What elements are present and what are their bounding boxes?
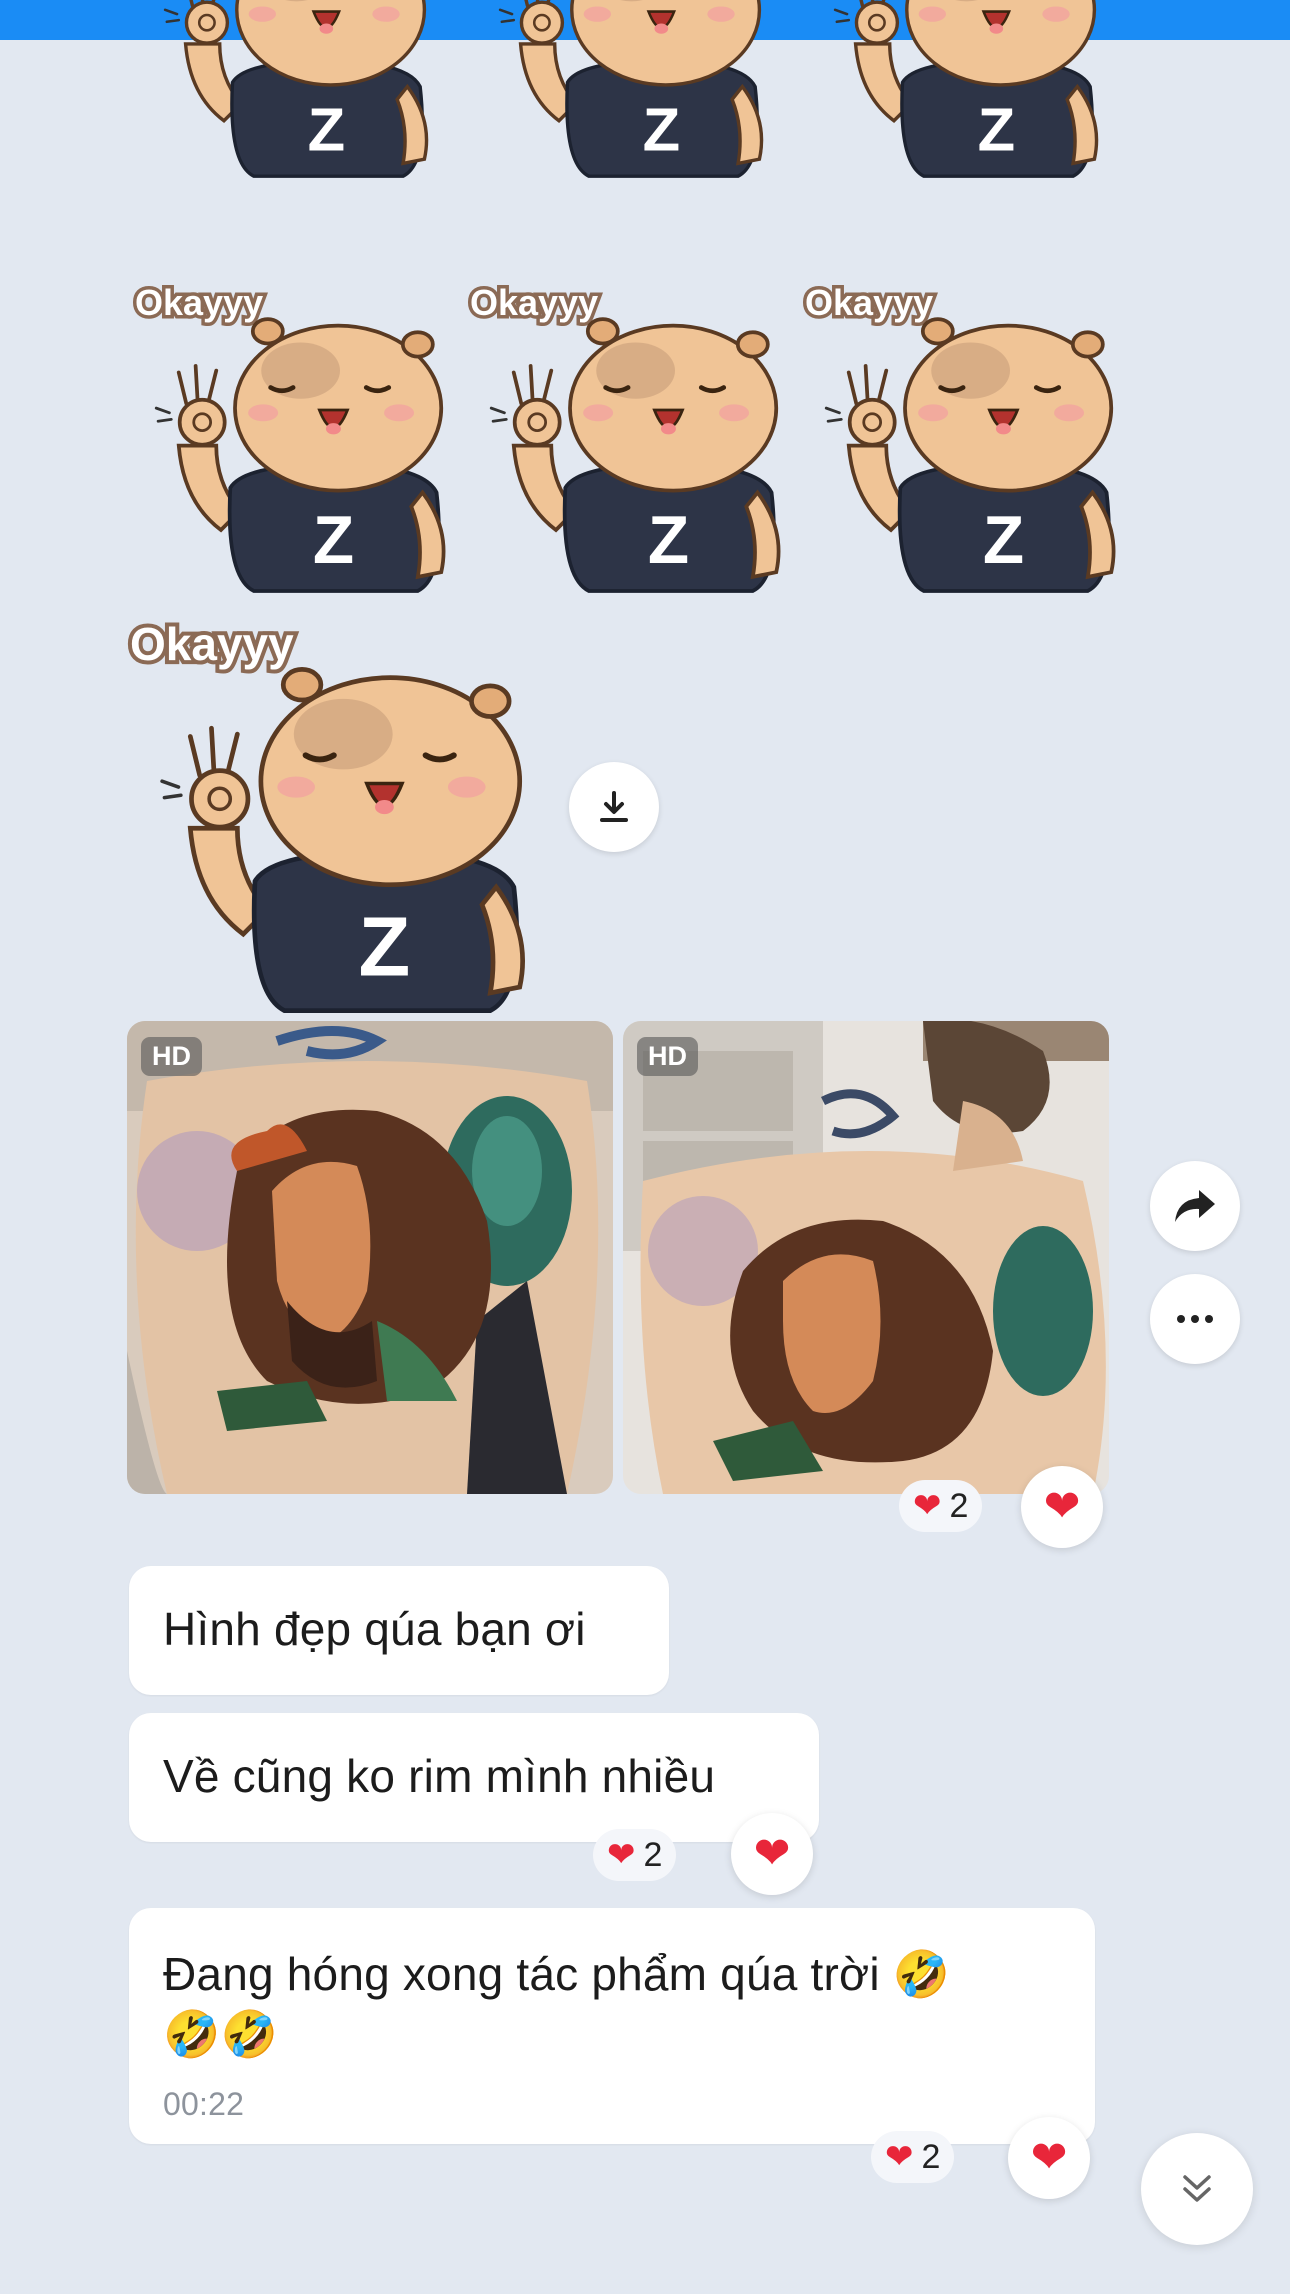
- message-text: Hình đẹp qúa bạn ơi: [163, 1603, 586, 1655]
- message-text: Đang hóng xong tác phẩm qúa trời 🤣 🤣🤣: [163, 1948, 951, 2060]
- reaction-count: 2: [921, 2137, 941, 2176]
- sticker-capybara[interactable]: [830, 0, 1120, 190]
- more-options-button[interactable]: [1150, 1274, 1240, 1364]
- sticker-capybara[interactable]: Okayyy: [800, 279, 1120, 580]
- sticker-capybara[interactable]: [495, 0, 785, 190]
- heart-icon: ❤: [1043, 1482, 1081, 1531]
- hd-badge: HD: [141, 1037, 202, 1076]
- message-bubble[interactable]: Hình đẹp qúa bạn ơi: [129, 1566, 669, 1695]
- sticker-caption: Okayyy: [135, 282, 263, 323]
- heart-icon: ❤: [1030, 2133, 1068, 2182]
- share-arrow-icon: [1175, 1190, 1215, 1222]
- sticker-capybara-large[interactable]: Okayyy: [126, 614, 530, 1005]
- sticker-caption: Okayyy: [470, 282, 598, 323]
- heart-react-button[interactable]: ❤: [1008, 2117, 1090, 2199]
- heart-icon: ❤: [885, 2138, 914, 2176]
- photo-tattoo-2[interactable]: HD: [623, 1021, 1109, 1494]
- message-bubble[interactable]: Về cũng ko rim mình nhiều: [129, 1713, 819, 1842]
- reaction-summary[interactable]: ❤ 2: [593, 1829, 677, 1881]
- hd-badge: HD: [637, 1037, 698, 1076]
- download-button[interactable]: [569, 762, 659, 852]
- scroll-to-bottom-button[interactable]: [1141, 2133, 1253, 2245]
- message-bubble[interactable]: Đang hóng xong tác phẩm qúa trời 🤣 🤣🤣 00…: [129, 1908, 1095, 2144]
- sticker-capybara[interactable]: Okayyy: [130, 279, 450, 580]
- heart-react-button[interactable]: ❤: [1021, 1466, 1103, 1548]
- message-text: Về cũng ko rim mình nhiều: [163, 1750, 716, 1802]
- sticker-capybara[interactable]: [160, 0, 450, 190]
- message-timestamp: 00:22: [163, 2086, 245, 2122]
- heart-icon: ❤: [607, 1836, 636, 1874]
- download-icon: [600, 791, 628, 822]
- sticker-caption: Okayyy: [130, 618, 294, 670]
- reaction-summary[interactable]: ❤ 2: [871, 2131, 955, 2183]
- reaction-count: 2: [643, 1835, 663, 1874]
- heart-react-button[interactable]: ❤: [731, 1813, 813, 1895]
- sticker-capybara[interactable]: Okayyy: [465, 279, 785, 580]
- sticker-caption: Okayyy: [805, 282, 933, 323]
- share-button[interactable]: [1150, 1161, 1240, 1251]
- reaction-count: 2: [949, 1486, 969, 1525]
- more-dots-icon: [1177, 1315, 1213, 1323]
- heart-icon: ❤: [913, 1487, 942, 1525]
- heart-icon: ❤: [753, 1829, 791, 1878]
- reaction-summary[interactable]: ❤ 2: [899, 1480, 983, 1532]
- chevron-double-down-icon: [1183, 2175, 1211, 2202]
- photo-tattoo-1[interactable]: HD: [127, 1021, 613, 1494]
